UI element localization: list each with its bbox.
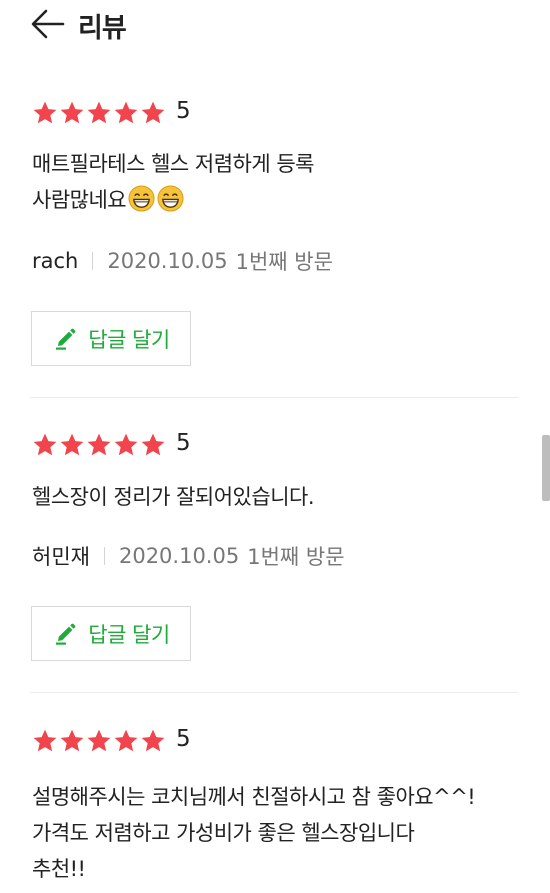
rating-score: 5 bbox=[176, 98, 191, 124]
review-meta: rach 2020.10.05 1번째 방문 bbox=[32, 246, 333, 276]
star-icon bbox=[59, 100, 85, 126]
star-icon bbox=[32, 728, 58, 754]
star-icon bbox=[86, 728, 112, 754]
review-text: 매트필라테스 헬스 저렴하게 등록 사람많네요 bbox=[32, 146, 315, 218]
grinning-face-emoji-icon bbox=[157, 185, 184, 212]
star-icon bbox=[113, 728, 139, 754]
review-text: 헬스장이 정리가 잘되어있습니다. bbox=[32, 479, 315, 515]
star-icon bbox=[59, 432, 85, 458]
star-icon bbox=[86, 432, 112, 458]
star-rating bbox=[32, 431, 167, 459]
review-text-line: 매트필라테스 헬스 저렴하게 등록 bbox=[32, 152, 315, 176]
reply-button[interactable]: 답글 달기 bbox=[31, 606, 191, 661]
star-icon bbox=[86, 100, 112, 126]
review-date: 2020.10.05 bbox=[118, 544, 240, 568]
reply-button-label: 답글 달기 bbox=[88, 622, 170, 647]
review-text: 설명해주시는 코치님께서 친절하시고 참 좋아요^^! 가격도 저렴하고 가성비… bbox=[32, 779, 476, 887]
app-header: 리뷰 bbox=[0, 0, 550, 50]
reply-button[interactable]: 답글 달기 bbox=[31, 311, 191, 366]
meta-divider bbox=[92, 252, 94, 270]
rating-score: 5 bbox=[176, 430, 191, 456]
scrollbar[interactable] bbox=[542, 435, 550, 501]
star-icon bbox=[113, 100, 139, 126]
grinning-face-emoji-icon bbox=[128, 185, 155, 212]
star-icon bbox=[32, 432, 58, 458]
visit-count: 1번째 방문 bbox=[235, 250, 333, 274]
star-icon bbox=[140, 100, 166, 126]
star-icon bbox=[59, 728, 85, 754]
star-icon bbox=[113, 432, 139, 458]
review-divider bbox=[30, 397, 518, 398]
review-author[interactable]: 허민재 bbox=[32, 541, 90, 571]
page-title: 리뷰 bbox=[78, 13, 127, 44]
meta-divider bbox=[103, 547, 105, 565]
star-icon bbox=[32, 100, 58, 126]
review-text-line: 추천!! bbox=[32, 857, 86, 881]
review-author[interactable]: rach bbox=[32, 249, 78, 273]
reply-button-label: 답글 달기 bbox=[88, 327, 170, 352]
star-rating bbox=[32, 727, 167, 755]
review-text-line: 가격도 저렴하고 가성비가 좋은 헬스장입니다 bbox=[32, 821, 415, 845]
review-text-line: 사람많네요 bbox=[32, 182, 314, 218]
review-text-line: 설명해주시는 코치님께서 친절하시고 참 좋아요^^! bbox=[32, 785, 476, 809]
star-icon bbox=[140, 432, 166, 458]
arrow-left-icon bbox=[31, 9, 65, 39]
pencil-icon bbox=[52, 326, 78, 352]
star-rating bbox=[32, 99, 167, 127]
review-date: 2020.10.05 bbox=[107, 249, 228, 273]
review-text-line: 헬스장이 정리가 잘되어있습니다. bbox=[32, 485, 315, 509]
back-button[interactable] bbox=[30, 7, 70, 41]
pencil-icon bbox=[52, 621, 78, 647]
star-icon bbox=[140, 728, 166, 754]
review-divider bbox=[30, 692, 518, 693]
review-meta: 허민재 2020.10.05 1번째 방문 bbox=[32, 541, 345, 571]
visit-count: 1번째 방문 bbox=[247, 545, 345, 569]
rating-score: 5 bbox=[176, 726, 191, 752]
